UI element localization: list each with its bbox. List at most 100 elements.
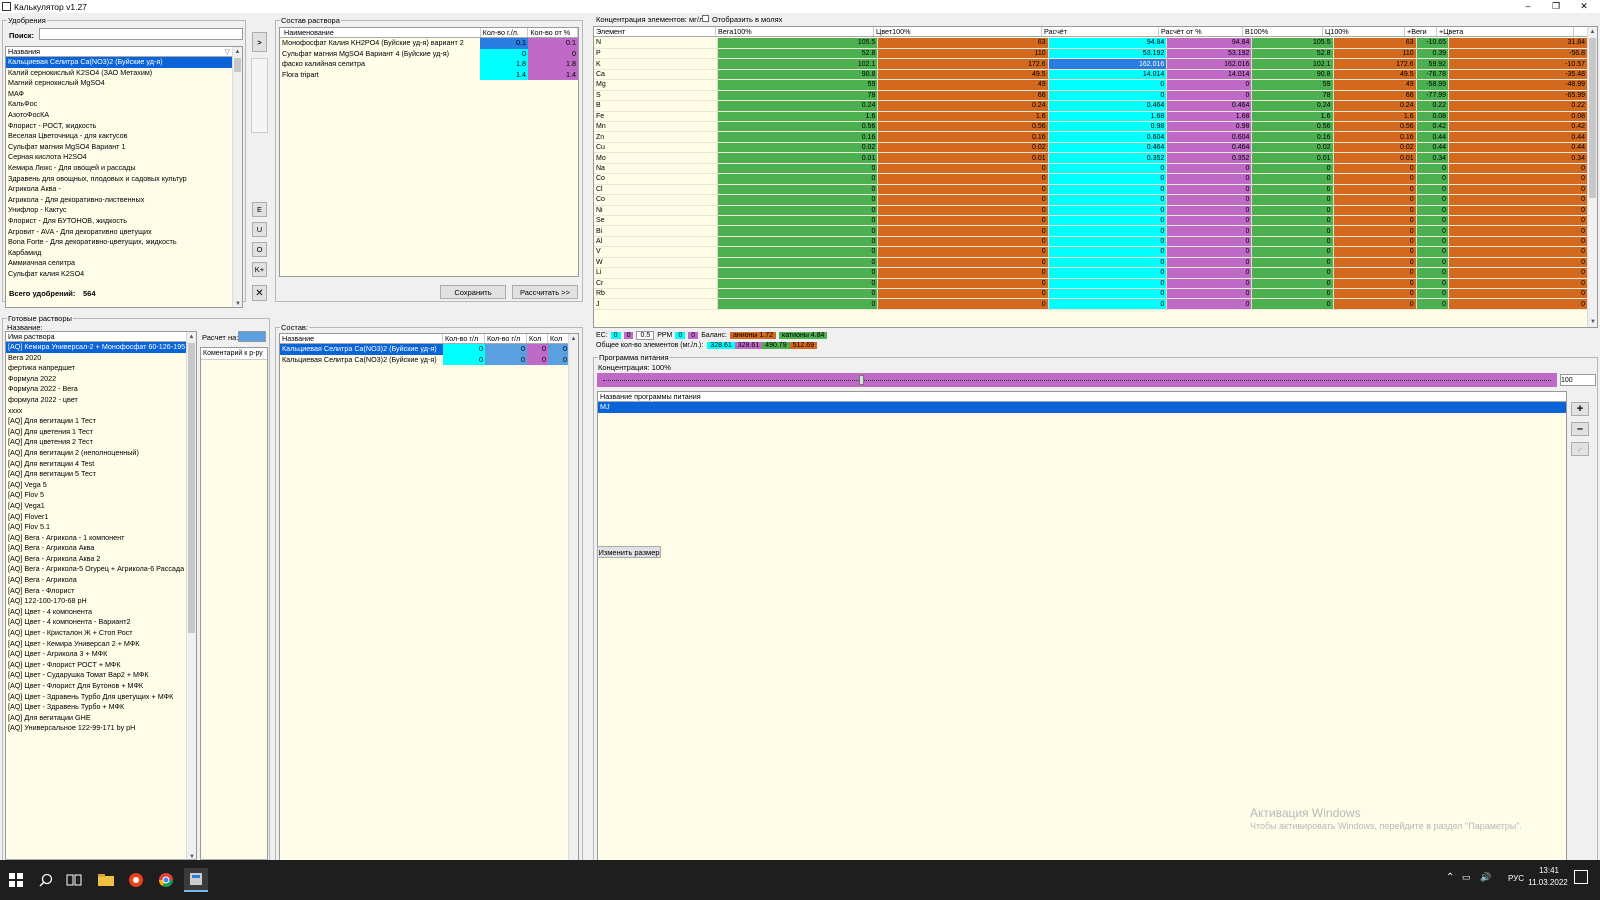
- concentration-cell[interactable]: 0: [1166, 236, 1253, 248]
- concentration-cell[interactable]: 0.352: [1166, 152, 1253, 164]
- concentration-cell[interactable]: 0: [1048, 236, 1168, 248]
- concentration-cell[interactable]: 105.5: [1251, 38, 1334, 49]
- composition-value-a[interactable]: 0: [443, 354, 485, 366]
- concentration-cell[interactable]: 0.24: [1251, 100, 1334, 112]
- concentration-cell[interactable]: 53.192: [1048, 48, 1168, 60]
- concentration-cell[interactable]: 0.02: [1333, 142, 1417, 154]
- concentration-cell[interactable]: 0.352: [1048, 152, 1168, 164]
- ready-solution-item[interactable]: [AQ] Vega 5: [6, 480, 196, 491]
- fertilizer-item[interactable]: Флорист - РОСТ, жидкость: [6, 121, 242, 132]
- solution-grams[interactable]: 1.4: [480, 69, 528, 81]
- scroll-up-arrow-icon[interactable]: ▲: [1588, 27, 1597, 37]
- ec-stepper[interactable]: 0.5: [636, 330, 655, 340]
- solution-row[interactable]: Сульфат магния MgSO4 Вариант 4 (Буйские …: [280, 48, 578, 60]
- concentration-cell[interactable]: 52.8: [717, 48, 879, 60]
- concentration-cell[interactable]: 0: [717, 236, 879, 248]
- concentration-cell[interactable]: 0.16: [877, 131, 1049, 143]
- concentration-cell[interactable]: 0: [1333, 184, 1417, 196]
- concentration-cell[interactable]: 0: [877, 215, 1049, 227]
- fertilizer-item[interactable]: Кальциевая Селитра Ca(NO3)2 (Буйские уд-…: [6, 57, 242, 68]
- concentration-cell[interactable]: 0: [1416, 163, 1450, 175]
- concentration-cell[interactable]: 0.98: [1048, 121, 1168, 133]
- concentration-cell[interactable]: 0.01: [877, 152, 1049, 164]
- remove-program-button[interactable]: –: [1571, 422, 1589, 436]
- concentration-cell[interactable]: 0: [1048, 194, 1168, 206]
- concentration-cell[interactable]: 53.192: [1166, 48, 1253, 60]
- concentration-cell[interactable]: 0: [1448, 225, 1588, 237]
- concentration-column-header[interactable]: Расчёт от %: [1159, 27, 1243, 36]
- ready-solution-item[interactable]: [AQ] Flov 5: [6, 490, 196, 501]
- concentration-cell[interactable]: 49: [1333, 79, 1417, 91]
- concentration-cell[interactable]: 1.6: [1333, 111, 1417, 123]
- calculator-app-icon[interactable]: [184, 868, 208, 892]
- ready-solution-item[interactable]: [AQ] Вега - Агрикола Аква 2: [6, 554, 196, 565]
- fertilizer-item[interactable]: Кемира Люкс - Для овощей и рассады: [6, 163, 242, 174]
- concentration-cell[interactable]: 0.24: [1333, 100, 1417, 112]
- fertilizer-item[interactable]: Здравень для овощных, плодовых и садовых…: [6, 174, 242, 185]
- notifications-icon[interactable]: [1574, 870, 1588, 884]
- solution-row[interactable]: Flora tripart 1.4 1.4: [280, 69, 578, 81]
- concentration-cell[interactable]: 0: [717, 205, 879, 216]
- concentration-cell[interactable]: 0.02: [717, 142, 879, 154]
- concentration-cell[interactable]: 0: [1416, 225, 1450, 237]
- ready-solution-item[interactable]: [AQ] Вега - Агрикола Аква: [6, 543, 196, 554]
- scroll-up-arrow-icon[interactable]: ▲: [187, 332, 196, 342]
- concentration-cell[interactable]: 0: [717, 163, 879, 175]
- ready-solution-item[interactable]: [AQ] Для вегитации GHE: [6, 713, 196, 724]
- concentration-cell[interactable]: 0: [1333, 225, 1417, 237]
- solution-row[interactable]: фаско калийная селитра 1.8 1.8: [280, 59, 578, 70]
- concentration-cell[interactable]: 0.464: [1048, 100, 1168, 112]
- concentration-cell[interactable]: 172.6: [1333, 58, 1417, 70]
- fertilizer-item[interactable]: КальФос: [6, 99, 242, 110]
- concentration-cell[interactable]: -35.48: [1448, 69, 1588, 81]
- concentration-cell[interactable]: 0: [877, 288, 1049, 300]
- concentration-cell[interactable]: 0: [717, 288, 879, 300]
- concentration-cell[interactable]: 0: [717, 267, 879, 279]
- concentration-cell[interactable]: 0: [1416, 205, 1450, 216]
- concentration-cell[interactable]: 0: [1048, 79, 1168, 91]
- concentration-cell[interactable]: 0.42: [1448, 121, 1588, 133]
- concentration-cell[interactable]: 0: [717, 225, 879, 237]
- concentration-cell[interactable]: -48.99: [1448, 79, 1588, 91]
- scroll-down-arrow-icon[interactable]: ▼: [1588, 317, 1597, 327]
- ready-solution-item[interactable]: Формула 2022: [6, 374, 196, 385]
- concentration-cell[interactable]: 162.016: [1166, 58, 1253, 70]
- fertilizer-item[interactable]: Bona Forte - Для декоративно-цветущих, ж…: [6, 237, 242, 248]
- concentration-cell[interactable]: 0: [717, 173, 879, 185]
- concentration-cell[interactable]: 0.464: [1166, 100, 1253, 112]
- concentration-cell[interactable]: -76.78: [1416, 69, 1450, 81]
- ready-solution-item[interactable]: [AQ] Универсальное 122-99-171 by pH: [6, 723, 196, 734]
- concentration-cell[interactable]: 0: [1448, 246, 1588, 258]
- concentration-cell[interactable]: 0: [1333, 267, 1417, 279]
- ready-solution-item[interactable]: формула 2022 - цвет: [6, 395, 196, 406]
- concentration-cell[interactable]: 0: [1416, 246, 1450, 258]
- fertilizer-list-header[interactable]: Названия ▽: [6, 47, 242, 57]
- composition-value-b[interactable]: 0: [485, 344, 527, 355]
- concentration-cell[interactable]: 162.016: [1048, 58, 1168, 70]
- concentration-cell[interactable]: 0: [1048, 246, 1168, 258]
- concentration-cell[interactable]: 0: [877, 278, 1049, 290]
- fertilizer-item[interactable]: Магний сернокислый MgSO4: [6, 78, 242, 89]
- concentration-cell[interactable]: 0: [1333, 173, 1417, 185]
- concentration-cell[interactable]: 0.44: [1448, 142, 1588, 154]
- concentration-cell[interactable]: 63: [877, 38, 1049, 49]
- fertilizer-item[interactable]: Сульфат калия K2SO4: [6, 269, 242, 280]
- concentration-cell[interactable]: 0: [1251, 163, 1334, 175]
- concentration-cell[interactable]: 0: [1251, 236, 1334, 248]
- concentration-cell[interactable]: 0: [1333, 257, 1417, 269]
- concentration-cell[interactable]: 0: [1416, 288, 1450, 300]
- u-button[interactable]: U: [252, 222, 267, 237]
- clock-date[interactable]: 11.03.2022: [1528, 878, 1568, 887]
- concentration-value-input[interactable]: [1560, 374, 1596, 386]
- concentration-cell[interactable]: 0.16: [717, 131, 879, 143]
- concentration-cell[interactable]: 0: [1166, 90, 1253, 102]
- concentration-cell[interactable]: 110: [877, 48, 1049, 60]
- concentration-cell[interactable]: 0: [1048, 267, 1168, 279]
- concentration-cell[interactable]: 0: [1416, 184, 1450, 196]
- concentration-cell[interactable]: 0: [717, 278, 879, 290]
- ready-solution-item[interactable]: [AQ] Вега - Агрикола-5 Огурец + Агрикола…: [6, 564, 196, 575]
- search-input[interactable]: [39, 28, 243, 40]
- concentration-cell[interactable]: 0: [1333, 205, 1417, 216]
- concentration-scrollbar[interactable]: ▲ ▼: [1587, 27, 1597, 327]
- concentration-cell[interactable]: 0: [1416, 173, 1450, 185]
